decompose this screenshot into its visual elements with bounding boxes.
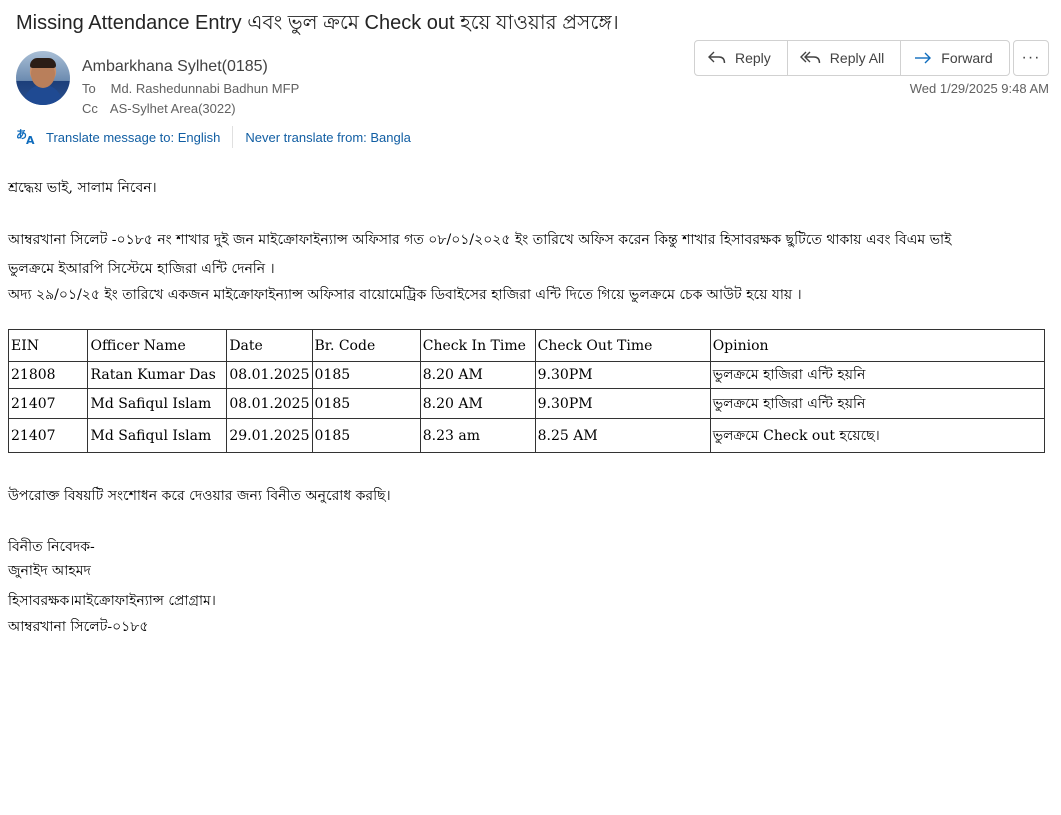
avatar-hair [30,58,56,68]
table-cell: ভুলক্রমে Check out হয়েছে। [709,418,1046,453]
signature-line-1: বিনীত নিবেদক- [8,539,95,555]
column-header: Opinion [709,329,1046,362]
signature-line-2: জুনাইদ আহমদ [8,563,91,579]
sent-date: Wed 1/29/2025 9:48 AM [909,81,1049,96]
table-cell: 0185 [311,361,421,389]
table-cell: Md Safiqul Islam [87,418,228,453]
to-recipient[interactable]: Md. Rashedunnabi Badhun MFP [111,81,300,96]
signature-line-3: হিসাবরক্ষক।মাইক্রোফাইন্যান্স প্রোগ্রাম। [8,593,216,609]
column-header: EIN [7,329,89,362]
column-header: Officer Name [87,329,228,362]
table-row: 21407 Md Safiqul Islam 08.01.2025 0185 8… [7,388,1046,419]
reply-all-label: Reply All [829,50,885,66]
column-header: Check In Time [419,329,536,362]
table-cell: 8.20 AM [419,388,536,419]
translate-bar: あ A Translate message to: English Never … [16,126,411,148]
table-cell: 08.01.2025 [226,388,313,419]
column-header: Check Out Time [534,329,711,362]
attendance-table: EIN Officer Name Date Br. Code Check In … [7,329,1046,453]
table-cell: 9.30PM [534,388,711,419]
table-cell: 0185 [311,388,421,419]
table-header-row: EIN Officer Name Date Br. Code Check In … [7,329,1046,362]
message-actions: Reply Reply All Forward [694,40,1010,76]
table-cell: 29.01.2025 [226,418,313,453]
svg-text:A: A [26,134,35,145]
cc-recipient[interactable]: AS-Sylhet Area(3022) [110,101,236,116]
table-cell: 08.01.2025 [226,361,313,389]
to-line: To Md. Rashedunnabi Badhun MFP [82,81,299,96]
reply-button[interactable]: Reply [695,41,788,75]
sender-avatar[interactable] [16,51,70,105]
reply-icon [708,51,726,64]
table-cell: 21808 [7,361,89,389]
table-cell: 21407 [7,388,89,419]
translate-icon: あ A [16,127,38,148]
cc-line: Cc AS-Sylhet Area(3022) [82,101,236,116]
greeting: শ্রদ্ধেয় ভাই, সালাম নিবেন। [8,180,157,196]
body-paragraph-line-2: ভুলক্রমে ইআরপি সিস্টেমে হাজিরা এন্টি দেন… [8,261,275,277]
table-cell: 8.23 am [419,418,536,453]
table-row: 21407 Md Safiqul Islam 29.01.2025 0185 8… [7,418,1046,453]
table-cell: ভুলক্রমে হাজিরা এন্টি হয়নি [709,388,1046,419]
translate-separator [232,126,234,148]
reply-label: Reply [735,50,771,66]
cc-label: Cc [82,101,98,116]
sender-name[interactable]: Ambarkhana Sylhet(0185) [82,58,268,76]
body-paragraph-line-3: অদ্য ২৯/০১/২৫ ইং তারিখে একজন মাইক্রোফাইন… [8,287,802,303]
to-label: To [82,81,96,96]
signature-line-4: আম্বরখানা সিলেট-০১৮৫ [8,619,149,635]
forward-icon [915,52,932,64]
more-icon: ··· [1021,49,1041,66]
table-cell: 0185 [311,418,421,453]
table-cell: 9.30PM [534,361,711,389]
reply-all-button[interactable]: Reply All [788,41,902,75]
table-cell: 8.20 AM [419,361,536,389]
table-cell: Md Safiqul Islam [87,388,228,419]
more-actions-button[interactable]: ··· [1013,40,1049,76]
table-cell: 21407 [7,418,89,453]
body-paragraph-line-1: আম্বরখানা সিলেট -০১৮৫ নং শাখার দুই জন মা… [8,232,952,248]
table-cell: Ratan Kumar Das [87,361,228,389]
forward-button[interactable]: Forward [901,41,1008,75]
table-cell: ভুলক্রমে হাজিরা এন্টি হয়নি [709,361,1046,389]
avatar-shirt [24,85,62,105]
column-header: Br. Code [311,329,421,362]
forward-label: Forward [941,50,993,66]
column-header: Date [226,329,313,362]
reply-all-icon [799,51,820,64]
never-translate-link[interactable]: Never translate from: Bangla [245,130,410,145]
table-row: 21808 Ratan Kumar Das 08.01.2025 0185 8.… [7,361,1046,389]
translate-link[interactable]: Translate message to: English [46,130,220,145]
table-cell: 8.25 AM [534,418,711,453]
request-text: উপরোক্ত বিষয়টি সংশোধন করে দেওয়ার জন্য … [8,488,391,504]
email-subject: Missing Attendance Entry এবং ভুল ক্রমে C… [16,12,619,34]
